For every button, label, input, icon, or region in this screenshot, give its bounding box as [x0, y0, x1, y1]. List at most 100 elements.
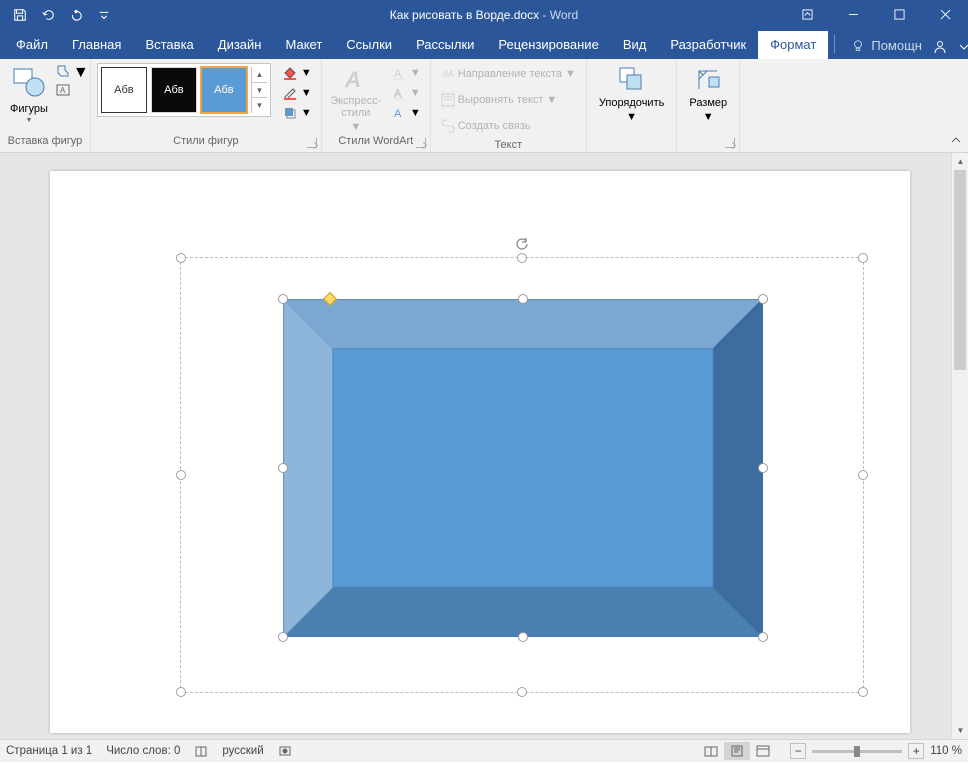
bevel-shape-graphic — [283, 299, 763, 637]
edit-shape-button[interactable] — [56, 64, 70, 83]
resize-handle[interactable] — [517, 253, 527, 263]
zoom-slider-knob[interactable] — [854, 746, 860, 757]
chevron-down-icon: ▼ — [703, 111, 714, 123]
shape-outline-button[interactable]: ▼ — [279, 83, 315, 103]
scroll-up-button[interactable]: ▲ — [952, 153, 968, 170]
collapse-ribbon-button[interactable] — [950, 134, 964, 148]
shape-resize-handle[interactable] — [278, 294, 288, 304]
resize-handle[interactable] — [858, 687, 868, 697]
account-button[interactable] — [956, 35, 968, 59]
group-label-shape-styles: Стили фигур — [97, 133, 315, 150]
tab-home[interactable]: Главная — [60, 31, 133, 59]
rotation-handle[interactable] — [514, 236, 530, 252]
tab-developer[interactable]: Разработчик — [658, 31, 758, 59]
shape-fill-button[interactable]: ▼ — [279, 63, 315, 83]
web-layout-button[interactable] — [750, 742, 776, 760]
arrange-button[interactable]: Упорядочить ▼ — [593, 63, 670, 125]
wordart-icon: A — [342, 65, 370, 93]
lightbulb-icon — [851, 39, 865, 53]
shape-resize-handle[interactable] — [758, 463, 768, 473]
group-label-size — [683, 133, 733, 150]
dialog-launcher-icon[interactable] — [416, 138, 426, 148]
zoom-level[interactable]: 110 % — [930, 745, 962, 757]
chevron-down-icon: ▼ — [350, 121, 361, 133]
shape-resize-handle[interactable] — [278, 632, 288, 642]
resize-handle[interactable] — [176, 470, 186, 480]
resize-handle[interactable] — [176, 687, 186, 697]
app-name: Word — [550, 8, 578, 22]
chevron-down-icon[interactable]: ▼ — [73, 64, 89, 82]
tell-me[interactable]: Помощн — [841, 38, 932, 59]
scroll-thumb[interactable] — [954, 170, 966, 370]
tab-insert[interactable]: Вставка — [133, 31, 205, 59]
resize-handle[interactable] — [517, 687, 527, 697]
tab-layout[interactable]: Макет — [273, 31, 334, 59]
size-label: Размер — [689, 97, 727, 109]
shape-resize-handle[interactable] — [518, 632, 528, 642]
print-layout-button[interactable] — [724, 742, 750, 760]
tell-me-label: Помощн — [871, 38, 922, 53]
text-effects-button[interactable]: A▼ — [388, 103, 424, 123]
zoom-in-button[interactable]: + — [908, 743, 924, 759]
group-wordart-styles: A Экспресс-стили ▼ A▼ A▼ A▼ Стили WordAr… — [322, 59, 431, 152]
shape-resize-handle[interactable] — [278, 463, 288, 473]
wordart-label: Экспресс-стили — [328, 95, 384, 119]
tab-review[interactable]: Рецензирование — [486, 31, 610, 59]
resize-handle[interactable] — [858, 470, 868, 480]
gallery-more[interactable]: ▼ — [252, 97, 267, 113]
group-label-text: Текст — [437, 137, 580, 154]
redo-button[interactable] — [64, 3, 88, 27]
read-mode-button[interactable] — [698, 742, 724, 760]
dialog-launcher-icon[interactable] — [725, 138, 735, 148]
group-shape-styles: Абв Абв Абв ▲ ▼ ▼ ▼ ▼ ▼ Стили фигур — [91, 59, 322, 152]
tabs-separator — [834, 35, 835, 53]
shape-resize-handle[interactable] — [758, 294, 768, 304]
tab-mailings[interactable]: Рассылки — [404, 31, 486, 59]
tab-file[interactable]: Файл — [4, 31, 60, 59]
zoom-slider[interactable] — [812, 750, 902, 753]
gallery-scroll: ▲ ▼ ▼ — [251, 67, 267, 113]
tab-view[interactable]: Вид — [611, 31, 659, 59]
macro-record-status[interactable] — [278, 744, 292, 758]
maximize-button[interactable] — [876, 0, 922, 29]
ribbon-display-options[interactable] — [784, 0, 830, 29]
dialog-launcher-icon[interactable] — [307, 138, 317, 148]
style-preset-1[interactable]: Абв — [101, 67, 147, 113]
document-workspace: ▲ ▼ — [0, 153, 968, 739]
save-button[interactable] — [8, 3, 32, 27]
spellcheck-status[interactable] — [194, 744, 208, 758]
shape-style-gallery[interactable]: Абв Абв Абв ▲ ▼ ▼ — [97, 63, 271, 117]
bucket-icon — [282, 65, 298, 81]
gallery-down[interactable]: ▼ — [252, 82, 267, 98]
book-icon — [194, 744, 208, 758]
minimize-button[interactable] — [830, 0, 876, 29]
scroll-down-button[interactable]: ▼ — [952, 722, 968, 739]
page-number-status[interactable]: Страница 1 из 1 — [6, 745, 92, 757]
shape-effects-button[interactable]: ▼ — [279, 103, 315, 123]
shape-resize-handle[interactable] — [758, 632, 768, 642]
gallery-up[interactable]: ▲ — [252, 67, 267, 82]
tab-format[interactable]: Формат — [758, 31, 828, 59]
close-button[interactable] — [922, 0, 968, 29]
word-count-status[interactable]: Число слов: 0 — [106, 745, 180, 757]
size-button[interactable]: Размер ▼ — [683, 63, 733, 125]
language-status[interactable]: русский — [222, 745, 263, 757]
tab-references[interactable]: Ссылки — [334, 31, 404, 59]
zoom-out-button[interactable]: − — [790, 743, 806, 759]
vertical-scrollbar[interactable]: ▲ ▼ — [951, 153, 968, 739]
style-preset-2[interactable]: Абв — [151, 67, 197, 113]
share-button[interactable] — [932, 35, 948, 59]
resize-handle[interactable] — [858, 253, 868, 263]
shape-resize-handle[interactable] — [518, 294, 528, 304]
document-page[interactable] — [50, 171, 910, 733]
status-bar: Страница 1 из 1 Число слов: 0 русский − … — [0, 739, 968, 762]
tab-design[interactable]: Дизайн — [206, 31, 274, 59]
shapes-button[interactable]: Фигуры ▼ — [6, 63, 52, 126]
bevel-rectangle-shape[interactable] — [283, 299, 763, 637]
resize-handle[interactable] — [176, 253, 186, 263]
group-insert-shapes: Фигуры ▼ ▼ A Вставка фигур — [0, 59, 91, 152]
text-box-button[interactable]: A — [56, 83, 70, 102]
undo-button[interactable] — [36, 3, 60, 27]
qat-customize[interactable] — [92, 3, 116, 27]
style-preset-3[interactable]: Абв — [201, 67, 247, 113]
